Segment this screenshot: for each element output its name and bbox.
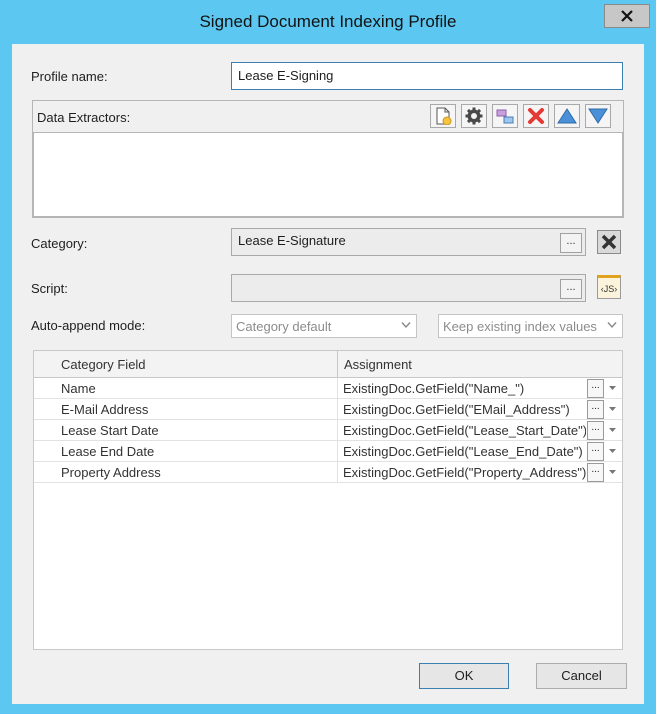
field-mapping-icon: [496, 109, 514, 124]
grid-header: Category Field Assignment: [34, 351, 622, 378]
category-field-cell: E-Mail Address: [61, 402, 149, 417]
dropdown-arrow-icon[interactable]: [609, 428, 616, 433]
arrow-down-icon: [588, 108, 608, 124]
cancel-button[interactable]: Cancel: [536, 663, 627, 689]
chevron-down-icon: [607, 322, 617, 329]
add-extractor-button[interactable]: [430, 104, 456, 128]
index-values-value: Keep existing index values: [443, 319, 597, 334]
close-icon: [621, 10, 633, 22]
assignment-edit-button[interactable]: ...: [587, 463, 604, 482]
assignment-edit-button[interactable]: ...: [587, 379, 604, 398]
script-browse-button[interactable]: ...: [560, 279, 582, 299]
table-row[interactable]: Lease End Date ExistingDoc.GetField("Leas…: [34, 441, 622, 462]
map-fields-button[interactable]: [492, 104, 518, 128]
assignment-edit-button[interactable]: ...: [587, 421, 604, 440]
category-value: Lease E-Signature: [238, 233, 346, 248]
dropdown-arrow-icon[interactable]: [609, 449, 616, 454]
script-field: [231, 274, 586, 302]
dropdown-arrow-icon[interactable]: [609, 407, 616, 412]
column-header-category-field[interactable]: Category Field: [61, 357, 146, 372]
table-row[interactable]: E-Mail Address ExistingDoc.GetField("EMai…: [34, 399, 622, 420]
assignment-cell[interactable]: ExistingDoc.GetField("EMail_Address"): [343, 402, 586, 417]
category-browse-button[interactable]: ...: [560, 233, 582, 253]
profile-name-label: Profile name:: [31, 69, 108, 84]
category-field-cell: Lease End Date: [61, 444, 155, 459]
dialog-window: Signed Document Indexing Profile Profile…: [0, 0, 656, 714]
chevron-down-icon: [401, 322, 411, 329]
delete-icon: [528, 108, 544, 124]
category-field-cell: Name: [61, 381, 96, 396]
category-field-cell: Lease Start Date: [61, 423, 159, 438]
auto-append-mode-select[interactable]: Category default: [231, 314, 417, 338]
column-header-assignment[interactable]: Assignment: [344, 357, 412, 372]
close-button[interactable]: [604, 4, 650, 28]
data-extractors-label: Data Extractors:: [37, 110, 131, 125]
category-label: Category:: [31, 236, 88, 251]
gear-icon: [465, 107, 483, 125]
data-extractors-list[interactable]: [33, 132, 623, 217]
dialog-body: Profile name: Lease E-Signing Data Extra…: [12, 44, 644, 704]
assignment-cell[interactable]: ExistingDoc.GetField("Property_Address"): [343, 465, 586, 480]
auto-append-label: Auto-append mode:: [31, 318, 146, 333]
category-field: Lease E-Signature: [231, 228, 586, 256]
profile-name-input[interactable]: Lease E-Signing: [231, 62, 623, 90]
dropdown-arrow-icon[interactable]: [609, 386, 616, 391]
assignment-edit-button[interactable]: ...: [587, 400, 604, 419]
clear-category-button[interactable]: [597, 230, 621, 254]
assignment-cell[interactable]: ExistingDoc.GetField("Name_"): [343, 381, 586, 396]
assignment-edit-button[interactable]: ...: [587, 442, 604, 461]
delete-extractor-button[interactable]: [523, 104, 549, 128]
window-title: Signed Document Indexing Profile: [199, 12, 457, 31]
dropdown-arrow-icon[interactable]: [609, 470, 616, 475]
assignment-cell[interactable]: ExistingDoc.GetField("Lease_End_Date"): [343, 444, 586, 459]
assignment-cell[interactable]: ExistingDoc.GetField("Lease_Start_Date"): [343, 423, 586, 438]
arrow-up-icon: [557, 108, 577, 124]
table-row[interactable]: Name ExistingDoc.GetField("Name_")...: [34, 378, 622, 399]
script-label: Script:: [31, 281, 68, 296]
move-down-button[interactable]: [585, 104, 611, 128]
category-field-cell: Property Address: [61, 465, 161, 480]
new-document-icon: [436, 107, 452, 125]
table-row[interactable]: Property Address ExistingDoc.GetField("Pr…: [34, 462, 622, 483]
clear-icon: [601, 234, 617, 250]
move-up-button[interactable]: [554, 104, 580, 128]
ok-button[interactable]: OK: [419, 663, 509, 689]
javascript-editor-button[interactable]: ‹JS›: [597, 275, 621, 299]
auto-append-mode-value: Category default: [236, 319, 332, 334]
table-row[interactable]: Lease Start Date ExistingDoc.GetField("Le…: [34, 420, 622, 441]
field-assignment-grid: Category Field Assignment Name ExistingDo…: [33, 350, 623, 650]
index-values-select[interactable]: Keep existing index values: [438, 314, 623, 338]
profile-name-value: Lease E-Signing: [238, 68, 334, 83]
configure-extractor-button[interactable]: [461, 104, 487, 128]
title-bar[interactable]: Signed Document Indexing Profile: [0, 0, 656, 44]
